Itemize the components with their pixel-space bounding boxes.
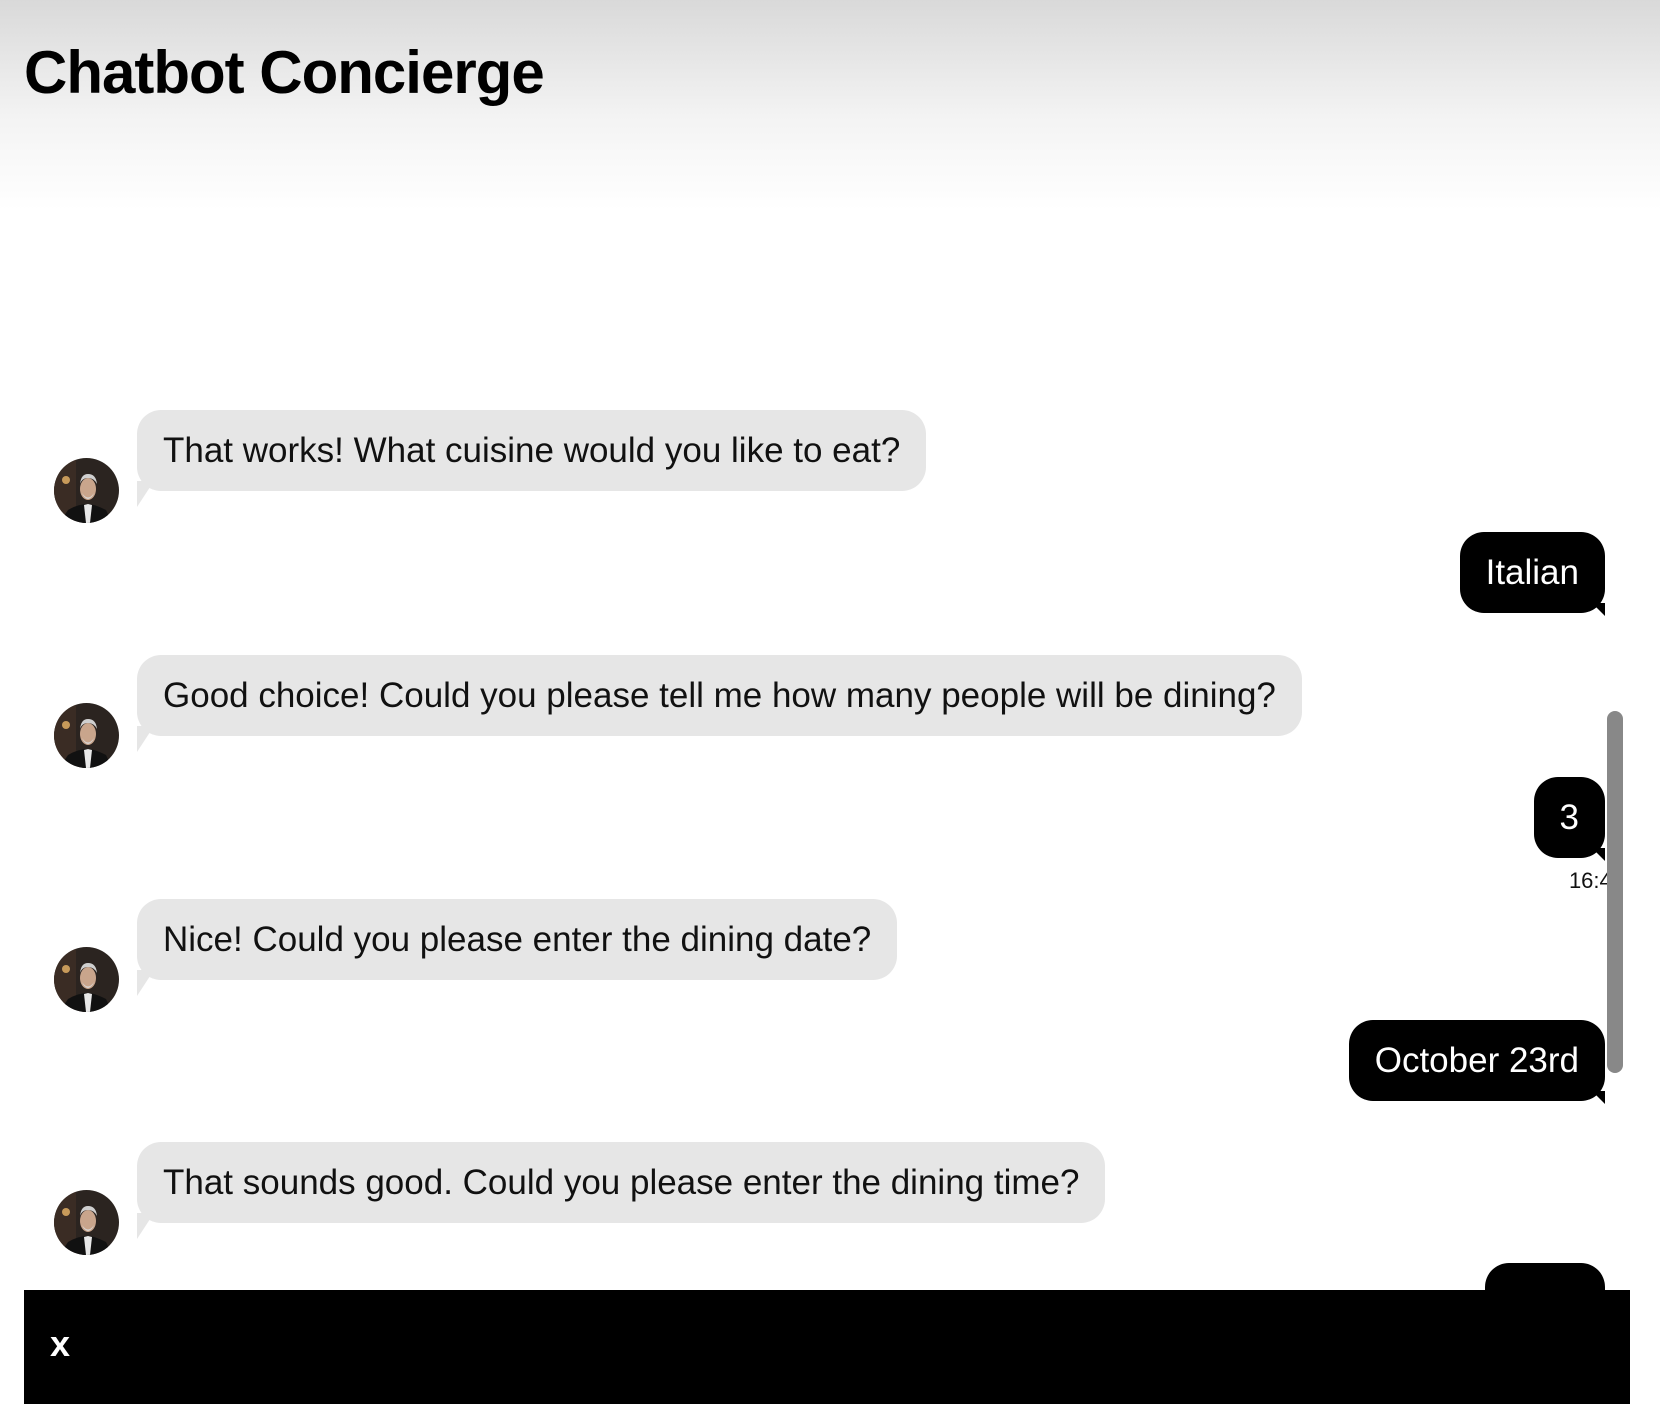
bubble-tail <box>1592 603 1605 616</box>
avatar <box>54 458 119 523</box>
bot-bubble: That sounds good. Could you please enter… <box>137 1142 1106 1239</box>
message-text: October 23rd <box>1374 1041 1579 1080</box>
message-text: That works! What cuisine would you like … <box>163 431 901 470</box>
bubble-tail <box>137 970 154 996</box>
message-text: Good choice! Could you please tell me ho… <box>163 676 1276 715</box>
bubble-tail <box>1592 848 1605 861</box>
bot-bubble: Nice! Could you please enter the dining … <box>137 899 898 996</box>
chat-thread[interactable]: That works! What cuisine would you like … <box>0 0 1660 1290</box>
user-bubble: 3 <box>1533 777 1605 861</box>
concierge-avatar-icon <box>54 1190 119 1255</box>
user-message: Italian <box>1459 532 1605 622</box>
user-bubble: Italian <box>1459 532 1605 616</box>
message-text: That sounds good. Could you please enter… <box>163 1163 1080 1202</box>
message-text: 3 <box>1559 798 1579 837</box>
message-text: Italian <box>1485 553 1579 592</box>
user-bubble: October 23rd <box>1348 1020 1605 1104</box>
bubble-tail <box>137 481 154 507</box>
message-text: Nice! Could you please enter the dining … <box>163 920 872 959</box>
concierge-avatar-icon <box>54 703 119 768</box>
bubble-tail <box>1592 1091 1605 1104</box>
avatar <box>54 703 119 768</box>
avatar <box>54 1190 119 1255</box>
bubble-tail <box>137 1213 154 1239</box>
close-icon[interactable]: x <box>50 1326 70 1362</box>
user-message: 3 <box>1533 777 1605 867</box>
composer-bar: x <box>24 1290 1630 1404</box>
concierge-avatar-icon <box>54 458 119 523</box>
user-message-partial <box>1485 1263 1605 1290</box>
user-message: October 23rd <box>1348 1020 1605 1110</box>
user-bubble <box>1485 1263 1605 1290</box>
concierge-avatar-icon <box>54 947 119 1012</box>
avatar <box>54 947 119 1012</box>
bot-bubble: That works! What cuisine would you like … <box>137 410 927 507</box>
chat-scrollbar[interactable] <box>1607 711 1623 1073</box>
bubble-tail <box>137 726 154 752</box>
bot-bubble: Good choice! Could you please tell me ho… <box>137 655 1302 752</box>
